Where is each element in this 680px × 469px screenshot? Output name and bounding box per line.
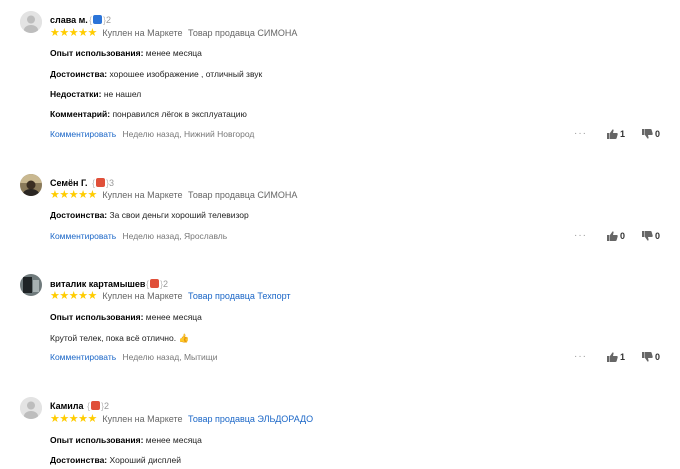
more-options-icon[interactable]: ··· [574, 230, 587, 242]
like-button[interactable]: 1 [607, 128, 625, 140]
like-button[interactable]: 0 [607, 230, 625, 242]
rating-stars: ★★★★★ [50, 27, 97, 39]
author-name[interactable]: Камила [50, 400, 84, 412]
rating-stars: ★★★★★ [50, 189, 97, 201]
badge-icon [150, 279, 160, 288]
achievement-badge[interactable]: {}2 [89, 14, 111, 26]
field-text: Крутой телек, пока всё отлично. 👍 [50, 333, 190, 343]
comment-link[interactable]: Комментировать [50, 129, 116, 139]
seller-label: Товар продавца СИМОНА [188, 190, 298, 200]
thumbs-down-icon [642, 352, 653, 362]
field-experience: Опыт использования: менее месяца [50, 435, 202, 445]
like-button[interactable]: 1 [607, 351, 625, 363]
thumbs-up-icon [607, 231, 618, 241]
rating-stars: ★★★★★ [50, 290, 97, 302]
field-pros: Достоинства: Хороший дисплей [50, 455, 181, 465]
achievement-badge[interactable]: {}2 [87, 400, 109, 412]
field-experience: Опыт использования: менее месяца [50, 48, 202, 58]
rating-stars: ★★★★★ [50, 413, 97, 425]
field-experience: Опыт использования: менее месяца [50, 312, 202, 322]
field-pros: Достоинства: хорошее изображение , отлич… [50, 69, 263, 79]
seller-link[interactable]: Товар продавца ЭЛЬДОРАДО [188, 414, 313, 424]
avatar[interactable] [20, 11, 42, 33]
thumbs-down-icon [642, 231, 653, 241]
author-name[interactable]: Семён Г. [50, 177, 87, 189]
dislike-button[interactable]: 0 [642, 230, 660, 242]
achievement-badge[interactable]: {}3 [92, 177, 114, 189]
avatar[interactable] [20, 174, 42, 196]
more-options-icon[interactable]: ··· [574, 128, 587, 140]
author-name[interactable]: виталик картамышев [50, 278, 145, 290]
badge-icon [93, 15, 103, 24]
avatar[interactable] [20, 274, 42, 296]
purchase-info: Куплен на Маркете [102, 414, 183, 424]
achievement-badge[interactable]: {}2 [146, 278, 168, 290]
thumbs-up-icon [607, 352, 618, 362]
seller-link[interactable]: Товар продавца Техпорт [188, 291, 291, 301]
review-meta: Неделю назад, Ярославль [122, 231, 228, 241]
comment-link[interactable]: Комментировать [50, 231, 116, 241]
purchase-info: Куплен на Маркете [102, 28, 183, 38]
field-cons: Недостатки: не нашел [50, 89, 142, 99]
avatar[interactable] [20, 397, 42, 419]
purchase-info: Куплен на Маркете [102, 291, 183, 301]
dislike-button[interactable]: 0 [642, 351, 660, 363]
seller-label: Товар продавца СИМОНА [188, 28, 298, 38]
author-name[interactable]: слава м. [50, 14, 88, 26]
thumbs-down-icon [642, 129, 653, 139]
purchase-info: Куплен на Маркете [102, 190, 183, 200]
dislike-button[interactable]: 0 [642, 128, 660, 140]
review-meta: Неделю назад, Мытищи [122, 352, 218, 362]
review-meta: Неделю назад, Нижний Новгород [122, 129, 255, 139]
thumbs-up-icon [607, 129, 618, 139]
badge-icon [91, 401, 101, 410]
more-options-icon[interactable]: ··· [574, 351, 587, 363]
field-pros: Достоинства: За свои деньги хороший теле… [50, 210, 249, 220]
badge-icon [96, 178, 106, 187]
field-comment: Комментарий: понравился лёгок в эксплуат… [50, 109, 247, 119]
comment-link[interactable]: Комментировать [50, 352, 116, 362]
